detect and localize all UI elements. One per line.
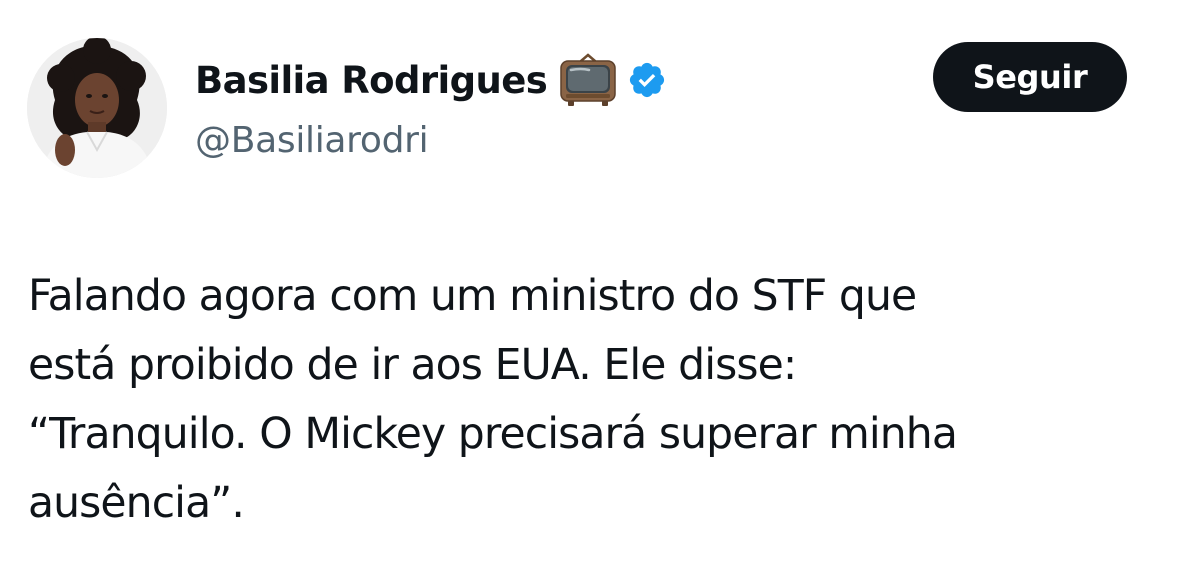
verified-badge-icon[interactable]	[627, 60, 667, 100]
avatar-photo	[27, 38, 167, 178]
tweet-text-line: Falando agora com um ministro do STF que	[28, 272, 917, 321]
author-display-name[interactable]: Basilia Rodrigues	[195, 59, 548, 102]
tweet-text-line: “Tranquilo. O Mickey precisará superar m…	[28, 410, 958, 459]
author-handle[interactable]: @Basiliarodri	[195, 120, 667, 161]
tweet-text: Falando agora com um ministro do STF que…	[28, 262, 1148, 538]
tweet-header: Basilia Rodrigues @Basiliarodri Seguir	[27, 38, 1137, 183]
follow-button[interactable]: Seguir	[933, 42, 1127, 112]
television-icon	[559, 52, 617, 108]
tweet-text-line: está proibido de ir aos EUA. Ele disse:	[28, 341, 797, 390]
author-name-line: Basilia Rodrigues	[195, 52, 667, 108]
author-info: Basilia Rodrigues @Basiliarodri	[195, 52, 667, 161]
tweet-text-line: ausência”.	[28, 479, 245, 528]
avatar[interactable]	[27, 38, 167, 178]
